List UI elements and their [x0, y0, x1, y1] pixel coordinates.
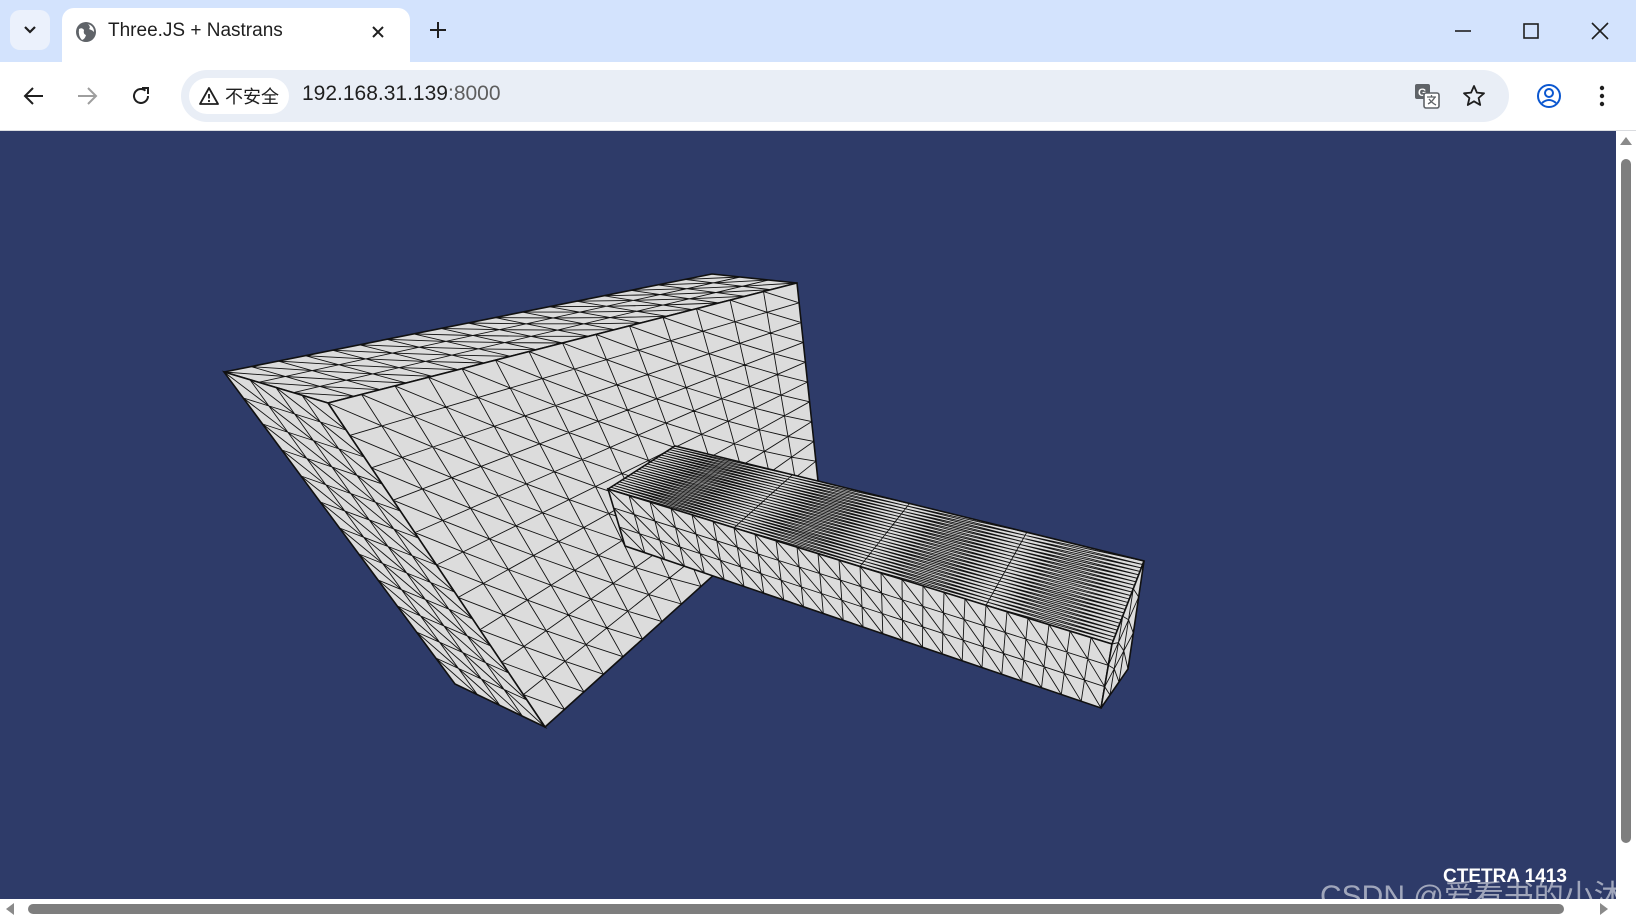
vertical-scroll-thumb[interactable]: [1621, 159, 1631, 843]
tab-search-button[interactable]: [10, 10, 50, 50]
threejs-canvas[interactable]: CTETRA 1413 CSDN @爱看书的小沐: [0, 131, 1616, 899]
scroll-up-arrow-icon[interactable]: [1620, 137, 1632, 145]
tab-active[interactable]: Three.JS + Nastrans: [62, 8, 410, 62]
tab-close-button[interactable]: [362, 16, 394, 48]
window-close-icon: [1591, 22, 1609, 40]
url-text[interactable]: 192.168.31.139:8000: [302, 82, 501, 106]
translate-icon: G: [1415, 84, 1440, 109]
browser-toolbar: 不安全 192.168.31.139:8000 G: [0, 62, 1636, 131]
back-button[interactable]: [12, 74, 56, 118]
address-bar[interactable]: 不安全 192.168.31.139:8000 G: [181, 70, 1509, 122]
security-chip[interactable]: 不安全: [189, 78, 289, 114]
minimize-icon: [1455, 30, 1471, 32]
star-icon: [1463, 85, 1485, 106]
tab-title: Three.JS + Nastrans: [108, 20, 283, 41]
browser-menu-button[interactable]: [1580, 74, 1624, 118]
fem-mesh-render: [221, 273, 1146, 729]
horizontal-scrollbar[interactable]: [0, 899, 1636, 919]
maximize-button[interactable]: [1501, 6, 1561, 56]
back-arrow-icon: [23, 87, 43, 105]
window-close-button[interactable]: [1570, 6, 1630, 56]
bookmark-button[interactable]: [1456, 78, 1492, 114]
forward-button[interactable]: [65, 74, 109, 118]
new-tab-button[interactable]: [420, 12, 456, 48]
globe-icon: [76, 22, 96, 42]
scroll-left-arrow-icon[interactable]: [6, 903, 14, 915]
url-port: :8000: [447, 82, 501, 105]
close-icon: [372, 26, 384, 38]
security-chip-label: 不安全: [225, 87, 279, 107]
reload-icon: [133, 87, 149, 104]
translate-button[interactable]: G: [1409, 78, 1445, 114]
forward-arrow-icon: [78, 87, 98, 105]
vertical-scrollbar[interactable]: [1616, 131, 1636, 899]
url-host: 192.168.31.139: [302, 82, 448, 105]
profile-icon: [1537, 84, 1561, 108]
scroll-right-arrow-icon[interactable]: [1600, 903, 1608, 915]
menu-dots-icon: [1599, 85, 1605, 107]
tab-search-icon: [24, 26, 36, 34]
horizontal-scroll-thumb[interactable]: [28, 904, 1564, 914]
warning-icon: [199, 87, 219, 105]
watermark-text: CSDN @爱看书的小沐: [1320, 880, 1616, 899]
minimize-button[interactable]: [1433, 6, 1493, 56]
profile-button[interactable]: [1527, 74, 1571, 118]
tab-strip: Three.JS + Nastrans: [0, 0, 1636, 62]
reload-button[interactable]: [119, 74, 163, 118]
plus-icon: [430, 22, 446, 38]
maximize-icon: [1523, 23, 1539, 39]
